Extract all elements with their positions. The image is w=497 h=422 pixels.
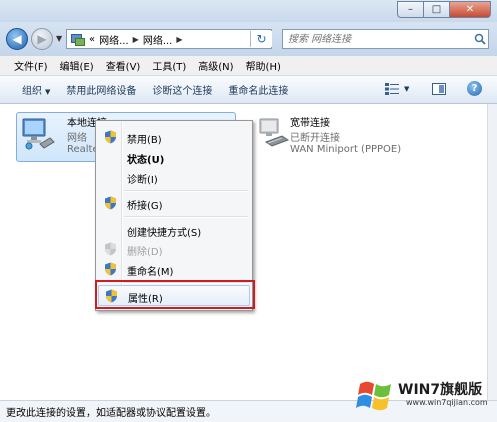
menu-item-bridge[interactable]: 桥接(G)	[98, 193, 250, 213]
menu-view[interactable]: 查看(V)	[100, 58, 147, 73]
menu-help[interactable]: 帮助(H)	[240, 58, 287, 73]
breadcrumb-arrow-icon[interactable]: ▶	[174, 35, 184, 44]
status-text: 更改此连接的设置，如适配器或协议配置设置。	[6, 408, 216, 419]
window-controls: – □ ✕	[397, 1, 491, 18]
search-icon[interactable]	[472, 33, 488, 45]
address-bar[interactable]: « 网络... ▶ 网络... ▶ ▼	[66, 29, 272, 49]
uac-shield-icon	[104, 242, 117, 256]
connection-status-broadband: 已断开连接	[290, 133, 340, 144]
properties-highlight-box	[95, 280, 255, 309]
menu-item-label: 状态(U)	[127, 155, 165, 166]
help-icon[interactable]: ?	[467, 81, 482, 96]
menu-item-label: 桥接(G)	[127, 201, 163, 212]
maximize-button[interactable]: □	[423, 1, 449, 18]
watermark-url: www.win7qijian.com	[406, 398, 488, 407]
watermark-brand: WIN7旗舰版	[398, 382, 483, 398]
organize-button[interactable]: 组织 ▼	[14, 82, 58, 97]
breadcrumb-overflow[interactable]: «	[87, 34, 97, 45]
broadband-connection-icon	[256, 116, 292, 152]
breadcrumb-item[interactable]: 网络...	[141, 32, 175, 47]
menu-item-diagnose[interactable]: 诊断(I)	[98, 167, 250, 187]
network-folder-icon	[71, 33, 85, 46]
connection-name-broadband: 宽带连接	[290, 118, 330, 129]
close-button[interactable]: ✕	[449, 1, 491, 18]
uac-shield-icon	[104, 130, 117, 144]
menu-item-label: 禁用(B)	[127, 135, 162, 146]
windows-logo-icon	[356, 376, 396, 416]
menu-item-label: 创建快捷方式(S)	[127, 228, 202, 239]
menu-file[interactable]: 文件(F)	[8, 58, 54, 73]
preview-pane-icon[interactable]	[432, 83, 446, 95]
recent-pages-dropdown-icon[interactable]: ▼	[56, 34, 62, 43]
connection-status-local: 网络	[67, 133, 87, 144]
view-dropdown-icon[interactable]: ▼	[404, 85, 409, 93]
menu-separator	[124, 190, 248, 192]
organize-label: 组织	[22, 86, 42, 97]
uac-shield-icon	[104, 196, 117, 210]
change-view-icon[interactable]	[385, 83, 399, 95]
menu-item-label: 删除(D)	[127, 247, 163, 258]
disable-device-button[interactable]: 禁用此网络设备	[58, 82, 144, 97]
menu-tools[interactable]: 工具(T)	[146, 58, 192, 73]
menu-item-label: 诊断(I)	[127, 175, 158, 186]
breadcrumb-arrow-icon[interactable]: ▶	[131, 35, 141, 44]
diagnose-button[interactable]: 诊断这个连接	[144, 82, 220, 97]
menu-item-delete: 删除(D)	[98, 239, 250, 259]
uac-shield-icon	[104, 262, 117, 276]
search-box[interactable]	[282, 29, 489, 49]
menu-item-rename[interactable]: 重命名(M)	[98, 259, 250, 279]
chevron-down-icon: ▼	[45, 88, 51, 96]
menu-item-label: 重命名(M)	[127, 267, 174, 278]
minimize-button[interactable]: –	[397, 1, 423, 18]
rename-connection-button[interactable]: 重命名此连接	[220, 82, 296, 97]
back-button[interactable]: ◀	[6, 28, 28, 50]
menu-separator	[124, 216, 248, 218]
connection-device-local: Realte	[67, 144, 99, 155]
menu-edit[interactable]: 编辑(E)	[54, 58, 100, 73]
breadcrumb-item[interactable]: 网络...	[97, 32, 131, 47]
menu-item-create-shortcut[interactable]: 创建快捷方式(S)	[98, 220, 250, 240]
command-bar: 组织 ▼ 禁用此网络设备 诊断这个连接 重命名此连接	[0, 76, 497, 104]
connection-device-broadband: WAN Miniport (PPPOE)	[290, 144, 402, 155]
vertical-scrollbar[interactable]	[487, 104, 497, 400]
forward-button[interactable]: ▶	[31, 28, 53, 50]
menu-item-status[interactable]: 状态(U)	[98, 147, 250, 167]
menu-item-disable[interactable]: 禁用(B)	[98, 127, 250, 147]
menu-bar: 文件(F) 编辑(E) 查看(V) 工具(T) 高级(N) 帮助(H)	[0, 56, 497, 76]
search-input[interactable]	[283, 32, 472, 46]
menu-advanced[interactable]: 高级(N)	[192, 58, 239, 73]
network-adapter-icon	[20, 116, 56, 152]
refresh-icon[interactable]: ↻	[250, 31, 272, 47]
